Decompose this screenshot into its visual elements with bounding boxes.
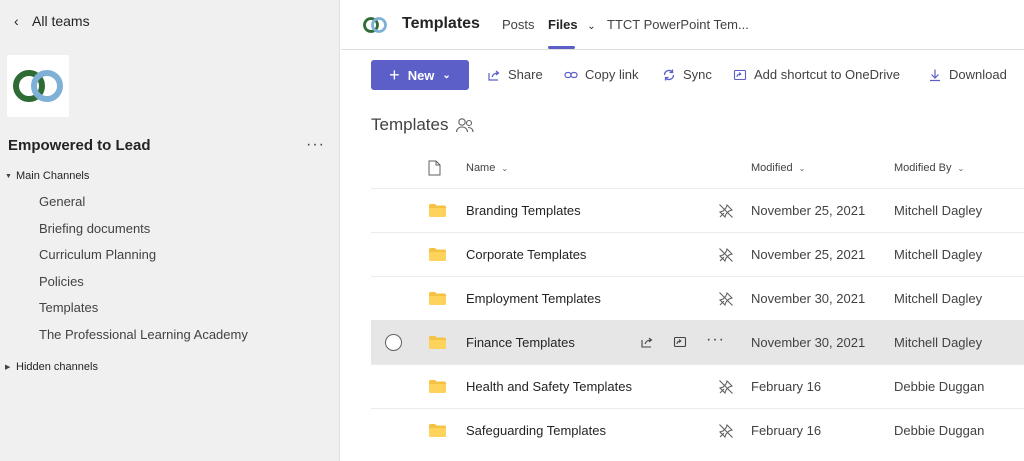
copy-link-label: Copy link: [585, 67, 639, 82]
row-modified-by: Mitchell Dagley: [894, 291, 983, 306]
table-row[interactable]: Corporate Templates November 25, 2021 Mi…: [371, 232, 1024, 276]
channel-title: Templates: [402, 15, 480, 32]
folder-icon: [429, 336, 446, 349]
row-modified: November 30, 2021: [751, 291, 866, 306]
tab-ttct-powerpoint[interactable]: TTCT PowerPoint Tem...: [607, 17, 749, 32]
row-modified: November 25, 2021: [751, 247, 866, 262]
chevron-left-icon: ‹: [14, 13, 19, 29]
channel-policies[interactable]: Policies: [39, 274, 84, 289]
row-name[interactable]: Employment Templates: [466, 291, 601, 306]
plus-icon: +: [389, 64, 400, 85]
main-channels-section[interactable]: ▼ Main Channels: [5, 170, 89, 182]
download-button[interactable]: Download: [928, 67, 1007, 82]
active-tab-indicator: [548, 46, 575, 49]
download-icon: [928, 68, 942, 82]
add-shortcut-button[interactable]: Add shortcut to OneDrive: [733, 67, 900, 82]
column-modified-by-label: Modified By: [894, 162, 952, 174]
row-modified-by: Mitchell Dagley: [894, 203, 983, 218]
sync-button[interactable]: Sync: [662, 67, 712, 82]
all-teams-link[interactable]: ‹ All teams: [14, 12, 90, 30]
row-modified: November 25, 2021: [751, 203, 866, 218]
tab-files[interactable]: Files ⌄: [548, 17, 596, 32]
tab-files-label: Files: [548, 17, 578, 32]
main-channels-label: Main Channels: [16, 170, 90, 182]
row-name[interactable]: Corporate Templates: [466, 247, 586, 262]
team-name: Empowered to Lead: [8, 137, 151, 154]
table-row[interactable]: Safeguarding Templates February 16 Debbi…: [371, 408, 1024, 452]
folder-icon: [429, 380, 446, 393]
hidden-channels-label: Hidden channels: [16, 361, 98, 373]
table-row[interactable]: Branding Templates November 25, 2021 Mit…: [371, 188, 1024, 232]
cloud-shortcut-icon[interactable]: [672, 334, 688, 350]
share-icon[interactable]: [639, 334, 655, 350]
link-icon: [564, 68, 578, 82]
share-button[interactable]: Share: [487, 67, 543, 82]
row-name[interactable]: Branding Templates: [466, 203, 581, 218]
hidden-channels-section[interactable]: ▶ Hidden channels: [5, 361, 98, 373]
table-row[interactable]: Health and Safety Templates February 16 …: [371, 364, 1024, 408]
column-modified-label: Modified: [751, 162, 793, 174]
row-name[interactable]: Safeguarding Templates: [466, 423, 606, 438]
chevron-down-icon: ⌄: [798, 163, 806, 173]
row-modified-by: Mitchell Dagley: [894, 335, 983, 350]
team-logo: [7, 55, 69, 117]
folder-icon: [429, 292, 446, 305]
table-row-hovered[interactable]: Finance Templates ··· November 30, 2021 …: [371, 320, 1024, 364]
channel-general[interactable]: General: [39, 194, 85, 209]
row-modified-by: Mitchell Dagley: [894, 247, 983, 262]
row-modified-by: Debbie Duggan: [894, 379, 985, 394]
pin-off-icon[interactable]: [718, 379, 734, 395]
sync-icon: [662, 68, 676, 82]
column-name[interactable]: Name ⌄: [466, 162, 508, 174]
sync-label: Sync: [683, 67, 712, 82]
column-name-label: Name: [466, 162, 496, 174]
chevron-down-icon: ⌄: [442, 69, 451, 81]
channel-professional-learning-academy[interactable]: The Professional Learning Academy: [39, 327, 248, 342]
caret-down-icon: ▼: [5, 172, 12, 180]
copy-link-button[interactable]: Copy link: [564, 67, 638, 82]
share-icon: [487, 68, 501, 82]
channel-header: Templates Posts Files ⌄ TTCT PowerPoint …: [341, 0, 1024, 50]
channel-curriculum-planning[interactable]: Curriculum Planning: [39, 247, 156, 262]
folder-icon: [429, 424, 446, 437]
row-more-options-button[interactable]: ···: [706, 331, 725, 349]
new-button[interactable]: + New ⌄: [371, 60, 469, 90]
row-name[interactable]: Health and Safety Templates: [466, 379, 632, 394]
row-modified-by: Debbie Duggan: [894, 423, 985, 438]
chevron-down-icon: ⌄: [957, 163, 965, 173]
caret-right-icon: ▶: [5, 364, 11, 371]
chevron-down-icon: ⌄: [501, 163, 509, 173]
share-label: Share: [508, 67, 543, 82]
channel-briefing-documents[interactable]: Briefing documents: [39, 221, 150, 236]
chevron-down-icon: ⌄: [587, 21, 596, 32]
sidebar: ‹ All teams Empowered to Lead ··· ▼ Main…: [0, 0, 340, 461]
channel-templates[interactable]: Templates: [39, 300, 98, 315]
table-row[interactable]: Employment Templates November 30, 2021 M…: [371, 276, 1024, 320]
cloud-shortcut-icon: [733, 68, 747, 82]
pin-off-icon[interactable]: [718, 247, 734, 263]
file-type-icon: [428, 160, 441, 176]
column-modified-by[interactable]: Modified By ⌄: [894, 162, 964, 174]
row-modified: February 16: [751, 379, 822, 394]
pin-off-icon[interactable]: [718, 423, 734, 439]
pin-off-icon[interactable]: [718, 203, 734, 219]
people-icon[interactable]: [455, 116, 475, 134]
all-teams-label: All teams: [32, 13, 90, 29]
download-label: Download: [949, 67, 1007, 82]
folder-icon: [429, 204, 446, 217]
folder-icon: [429, 248, 446, 261]
pin-off-icon[interactable]: [718, 291, 734, 307]
row-name[interactable]: Finance Templates: [466, 335, 575, 350]
row-modified: November 30, 2021: [751, 335, 866, 350]
row-modified: February 16: [751, 423, 822, 438]
column-modified[interactable]: Modified ⌄: [751, 162, 805, 174]
library-title: Templates: [371, 115, 449, 134]
team-more-options-button[interactable]: ···: [306, 136, 325, 154]
tab-posts[interactable]: Posts: [502, 17, 535, 32]
channel-logo: [361, 12, 389, 38]
add-shortcut-label: Add shortcut to OneDrive: [754, 67, 900, 82]
row-select-radio[interactable]: [385, 334, 402, 351]
new-button-label: New: [407, 67, 435, 83]
